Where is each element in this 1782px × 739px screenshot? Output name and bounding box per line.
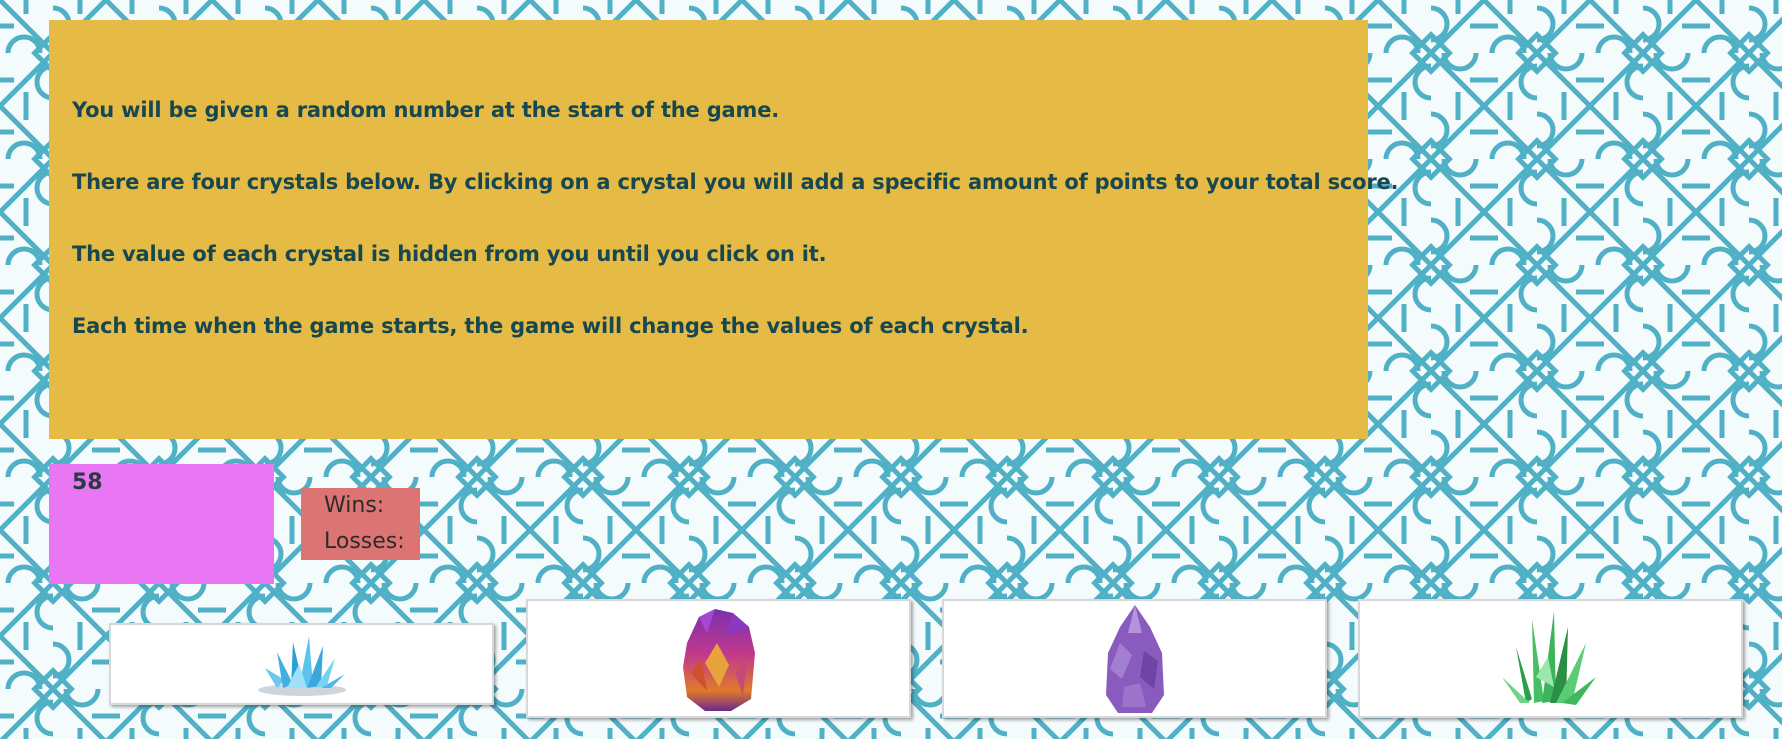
- crystal-button-3[interactable]: [942, 599, 1327, 718]
- crystal-button-2[interactable]: [526, 599, 911, 718]
- crystal-button-1[interactable]: [109, 623, 494, 705]
- instruction-line-4: Each time when the game starts, the game…: [72, 314, 1029, 338]
- target-number: 58: [72, 470, 103, 495]
- amethyst-point-icon: [1105, 604, 1164, 713]
- target-number-box: 58: [49, 464, 274, 584]
- wins-label: Wins:: [324, 493, 385, 518]
- instruction-line-3: The value of each crystal is hidden from…: [72, 242, 827, 266]
- green-crystal-cluster-icon: [1501, 610, 1596, 705]
- rainbow-crystal-icon: [682, 608, 755, 711]
- blue-crystal-cluster-icon: [257, 636, 346, 696]
- crystal-button-4[interactable]: [1358, 599, 1743, 718]
- instruction-line-1: You will be given a random number at the…: [72, 98, 780, 122]
- scoreboard: Wins: Losses:: [301, 488, 420, 560]
- instruction-line-2: There are four crystals below. By clicki…: [72, 170, 1399, 194]
- instructions-panel: You will be given a random number at the…: [49, 20, 1399, 439]
- losses-label: Losses:: [324, 529, 405, 554]
